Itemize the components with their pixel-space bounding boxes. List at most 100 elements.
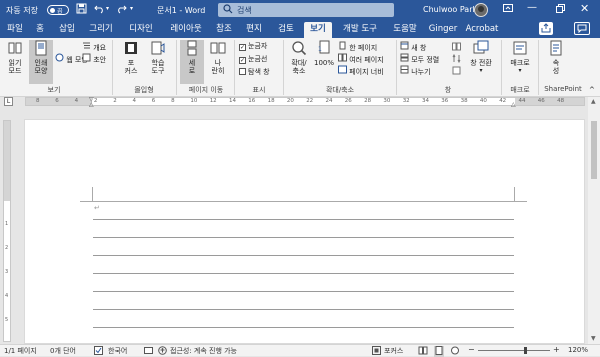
avatar[interactable]: [474, 3, 488, 17]
macros-button[interactable]: 매크로 ▾: [505, 40, 535, 75]
ruler-tick-label: 2: [93, 98, 98, 104]
collapse-ribbon-icon[interactable]: ^: [589, 86, 595, 94]
learning-tools-button[interactable]: 학습 도구: [146, 40, 170, 75]
tab-file[interactable]: 파일: [4, 23, 26, 38]
language-indicator[interactable]: 한국어: [108, 346, 127, 356]
arrange-all-button[interactable]: 모두 정렬: [400, 53, 439, 65]
gridlines-checkbox[interactable]: ✓ 눈금선: [239, 54, 267, 64]
user-name[interactable]: Chulwoo Park: [423, 5, 477, 14]
tab-view[interactable]: 보기: [304, 22, 332, 38]
draft-icon: [82, 53, 91, 64]
side-to-side-button[interactable]: 나 란히: [206, 40, 230, 75]
ruler-tick-label: 38: [460, 98, 468, 104]
tab-review[interactable]: 검토: [274, 23, 298, 38]
close-icon[interactable]: ✕: [580, 2, 589, 15]
switch-windows-button[interactable]: 창 전환 ▾: [466, 40, 496, 75]
read-mode-label: 읽기 모드: [8, 59, 22, 75]
share-button[interactable]: [539, 22, 553, 35]
zoom-in-icon[interactable]: +: [553, 345, 560, 354]
redo-icon[interactable]: [116, 3, 127, 16]
document-page[interactable]: ↵: [24, 119, 585, 344]
print-layout-button[interactable]: 인쇄 모양: [29, 40, 53, 84]
nav-pane-check-icon: [239, 68, 246, 75]
customize-qat-icon[interactable]: ▾: [130, 5, 133, 12]
zoom-100-button[interactable]: 1 100%: [313, 40, 335, 67]
zoom-button[interactable]: 확대/ 축소: [286, 40, 312, 75]
reset-window-position-icon[interactable]: [452, 66, 461, 77]
autosave-toggle[interactable]: 끔: [47, 5, 69, 15]
focus-button[interactable]: 포 커스: [118, 40, 144, 75]
tab-developer[interactable]: 개발 도구: [338, 23, 382, 38]
scrollbar-thumb[interactable]: [591, 121, 597, 179]
tab-draw[interactable]: 그리기: [86, 23, 116, 38]
vertical-button[interactable]: 세 로: [180, 40, 204, 84]
comments-button[interactable]: [574, 22, 590, 35]
zoom-level[interactable]: 120%: [568, 346, 588, 354]
page-width-button[interactable]: 페이지 너비: [338, 65, 384, 77]
tab-mailings[interactable]: 편지: [242, 23, 266, 38]
focus-mode-label[interactable]: 포커스: [384, 346, 403, 356]
tab-selector-icon[interactable]: L: [4, 97, 13, 106]
tab-insert[interactable]: 삽입: [56, 23, 78, 38]
zoom-slider[interactable]: [478, 347, 550, 354]
macros-dropdown-icon: ▾: [518, 67, 522, 74]
ruler-checkbox[interactable]: ✓ 눈금자: [239, 41, 267, 51]
tab-references[interactable]: 참조: [212, 23, 236, 38]
web-layout-view-icon[interactable]: [450, 346, 460, 357]
right-indent-icon[interactable]: △: [511, 101, 516, 108]
scroll-up-icon[interactable]: ▲: [591, 98, 596, 105]
spelling-check-icon[interactable]: [94, 346, 103, 357]
side-to-side-label: 나 란히: [211, 59, 225, 75]
vertical-ruler[interactable]: 1 2 3 4 5: [3, 120, 11, 342]
tab-acrobat[interactable]: Acrobat: [464, 23, 500, 38]
read-mode-button[interactable]: 읽기 모드: [3, 40, 27, 75]
split-button[interactable]: 나누기: [400, 65, 431, 77]
focus-icon: [118, 40, 144, 58]
tab-layout[interactable]: 레이아웃: [166, 23, 206, 38]
focus-mode-icon[interactable]: [372, 346, 381, 357]
outline-icon: [82, 42, 91, 52]
tab-ginger[interactable]: Ginger: [428, 23, 458, 38]
left-indent-icon[interactable]: △: [89, 101, 94, 108]
share-icon: [541, 23, 551, 36]
page-count[interactable]: 1/1 페이지: [4, 346, 37, 356]
new-window-button[interactable]: 새 창: [400, 41, 426, 53]
accessibility-icon[interactable]: [158, 346, 167, 357]
ribbon-display-options-icon[interactable]: [502, 2, 514, 16]
one-page-button[interactable]: 한 페이지: [338, 41, 377, 53]
ribbon-tabs: 파일 홈 삽입 그리기 디자인 레이아웃 참조 편지 검토 보기 개발 도구 도…: [0, 20, 600, 38]
horizontal-ruler[interactable]: 8 6 4 2 2 4 6 8 10 12 14 16 18 20 22 24 26 28 30 32 34 36 38 40…: [25, 96, 585, 108]
one-page-label: 한 페이지: [349, 44, 378, 52]
accessibility-status[interactable]: 접근성: 계속 진행 가능: [170, 346, 237, 356]
search-box[interactable]: 검색: [218, 3, 394, 17]
minimize-icon[interactable]: —: [527, 2, 537, 13]
ruler-tick-label: 30: [383, 98, 391, 104]
word-count[interactable]: 0개 단어: [50, 346, 76, 356]
ruler-tick-label: 6: [151, 98, 156, 104]
tab-help[interactable]: 도움말: [388, 23, 422, 38]
ruler-tick-label: 4: [132, 98, 137, 104]
read-mode-view-icon[interactable]: [418, 346, 428, 357]
restore-icon[interactable]: [555, 3, 566, 16]
ruler-tick-label: 36: [441, 98, 449, 104]
zoom-out-icon[interactable]: −: [468, 345, 475, 354]
print-layout-label: 인쇄 모양: [34, 59, 48, 75]
properties-button[interactable]: 속 성: [545, 40, 567, 75]
multiple-pages-button[interactable]: 여러 페이지: [338, 53, 384, 65]
print-layout-view-icon[interactable]: [434, 346, 444, 357]
synchronous-scrolling-icon[interactable]: [452, 53, 461, 65]
scroll-down-icon[interactable]: ▼: [591, 335, 596, 342]
view-side-by-side-icon[interactable]: [452, 42, 461, 53]
gridline: [93, 201, 514, 202]
macro-record-icon[interactable]: [144, 346, 153, 357]
draft-button[interactable]: 초안: [82, 53, 106, 65]
zoom-slider-thumb[interactable]: [524, 347, 527, 354]
nav-pane-checkbox[interactable]: 탐색 창: [239, 67, 270, 77]
undo-icon[interactable]: [94, 3, 105, 16]
outline-button[interactable]: 개요: [82, 41, 106, 53]
undo-dropdown-icon[interactable]: ▾: [106, 5, 109, 12]
vertical-scrollbar[interactable]: ▲ ▼: [588, 97, 600, 344]
tab-home[interactable]: 홈: [32, 23, 48, 38]
tab-design[interactable]: 디자인: [124, 23, 158, 38]
save-icon[interactable]: [76, 3, 88, 15]
